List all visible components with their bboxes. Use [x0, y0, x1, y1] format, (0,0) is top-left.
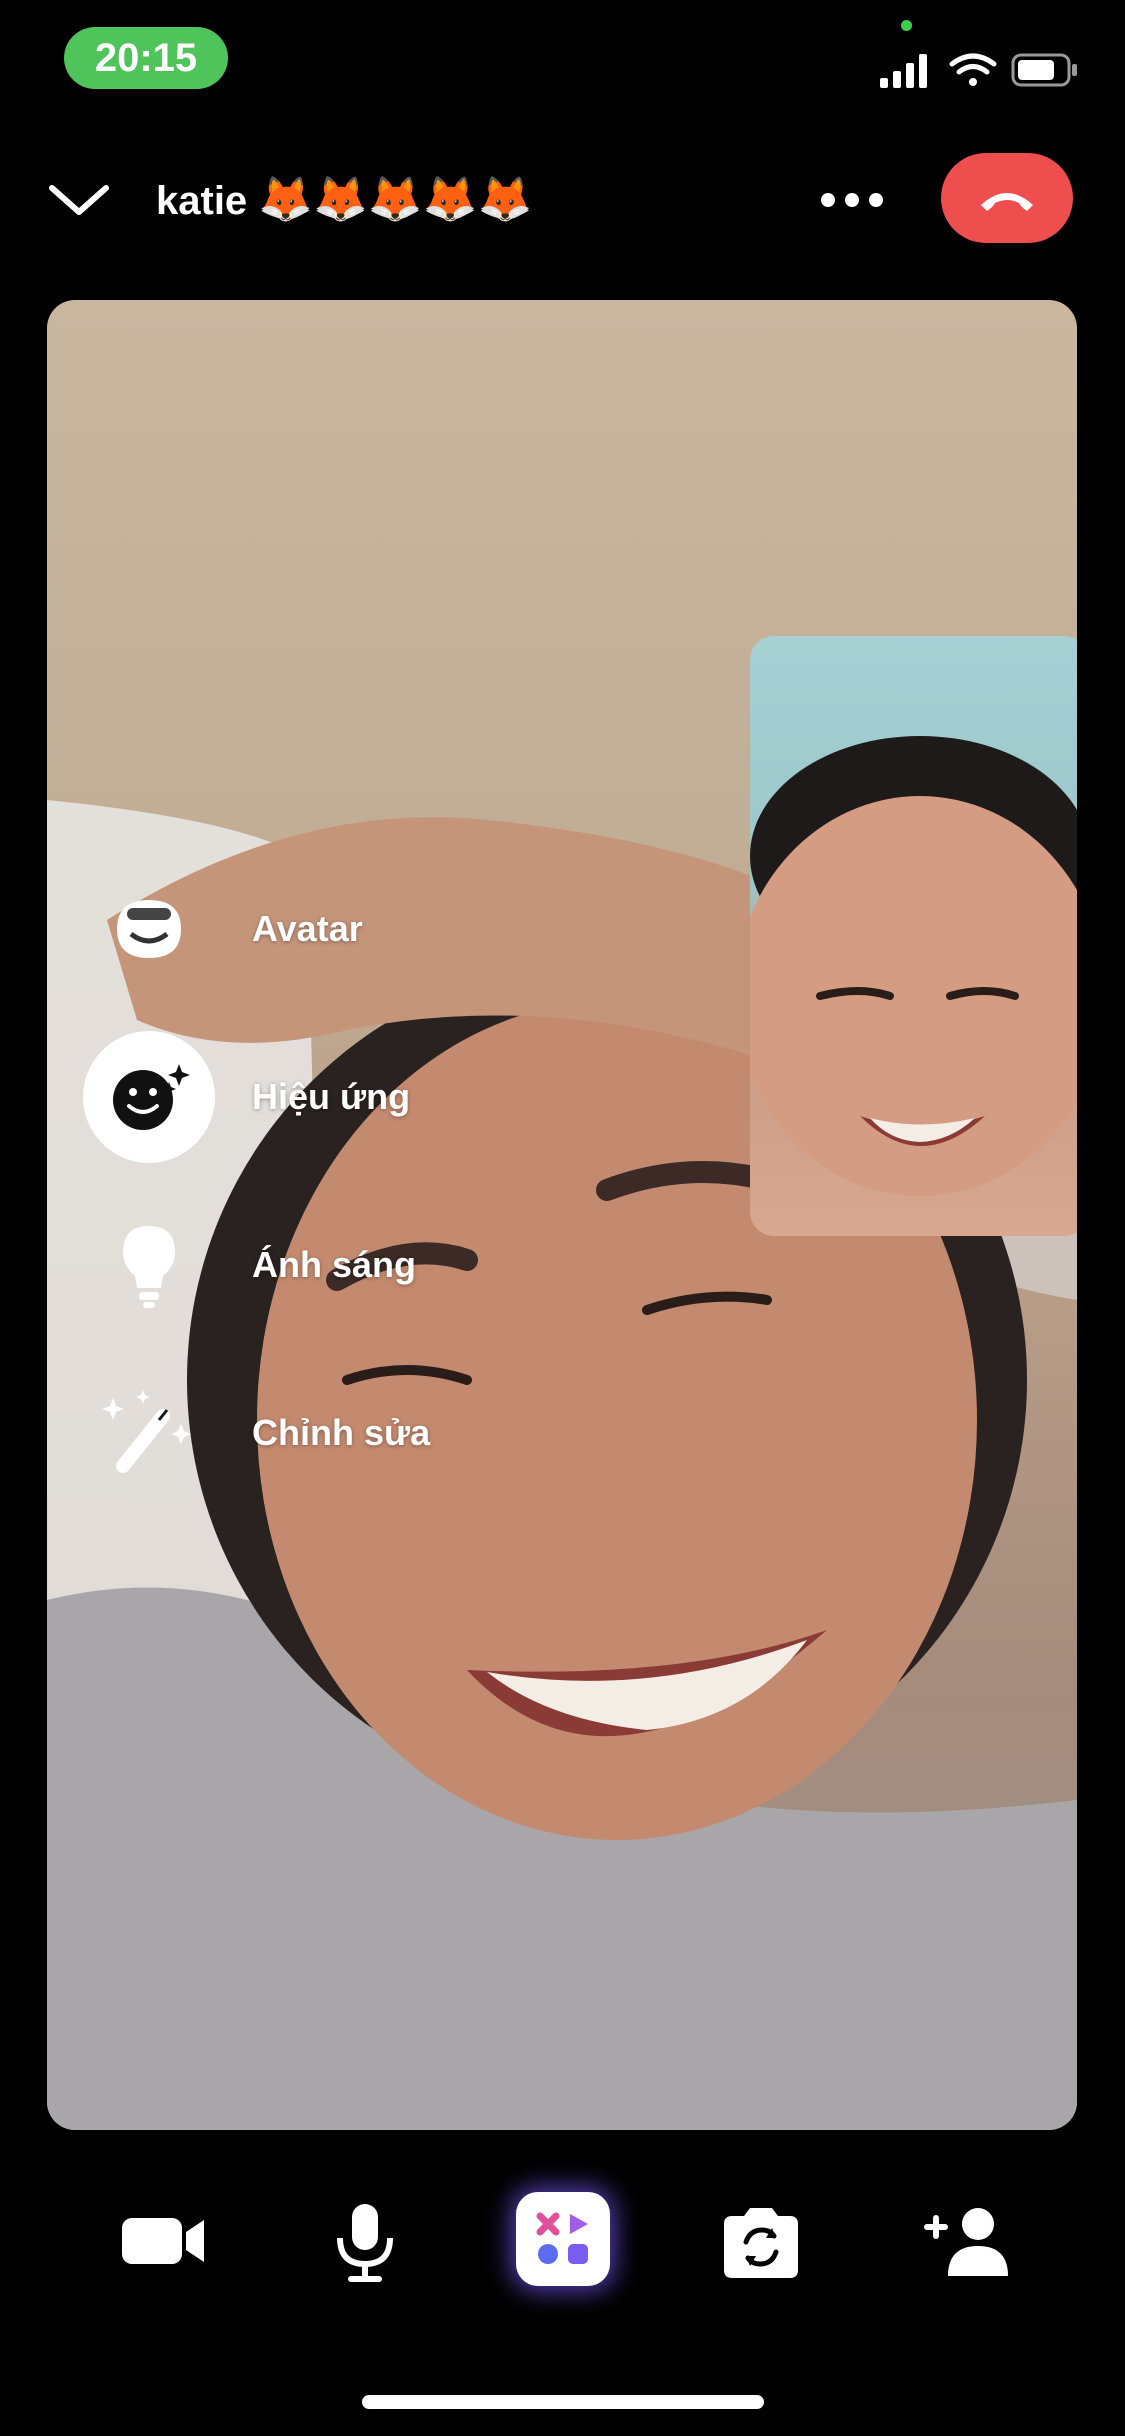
flip-camera-button[interactable]: [706, 2190, 816, 2290]
menu-item-label: Ánh sáng: [252, 1244, 417, 1285]
menu-item-avatar[interactable]: Avatar: [47, 874, 647, 984]
camera-in-use-indicator: [901, 20, 912, 31]
apps-button[interactable]: [516, 2192, 610, 2286]
wifi-icon: [949, 53, 997, 86]
camera-toggle-button[interactable]: [108, 2190, 218, 2290]
smiley-sparkle-icon: [83, 1042, 213, 1152]
contact-emojis: 🦊🦊🦊🦊🦊: [258, 175, 533, 224]
hang-up-icon: [981, 193, 1033, 211]
contact-title: katie 🦊🦊🦊🦊🦊: [156, 168, 532, 232]
self-video-feed[interactable]: [750, 636, 1077, 1236]
menu-item-label: Hiệu ứng: [252, 1076, 411, 1117]
signal-icon: [880, 54, 927, 88]
magic-wand-icon: [83, 1378, 213, 1488]
battery-icon: [1011, 53, 1077, 87]
menu-item-lighting[interactable]: Ánh sáng: [47, 1210, 647, 1320]
more-options-icon[interactable]: [810, 168, 894, 232]
menu-item-label: Chỉnh sửa: [252, 1412, 431, 1453]
contact-name: katie: [156, 179, 248, 223]
flip-camera-icon: [724, 2208, 798, 2278]
status-icons: [878, 50, 1083, 90]
lightbulb-icon: [83, 1210, 213, 1320]
home-indicator[interactable]: [362, 2395, 764, 2409]
collapse-chevron-icon[interactable]: [44, 170, 114, 230]
menu-item-label: Avatar: [252, 908, 363, 949]
microphone-button[interactable]: [310, 2190, 420, 2290]
microphone-icon: [337, 2204, 393, 2282]
end-call-button[interactable]: [941, 153, 1073, 243]
status-time: 20:15: [64, 27, 228, 89]
menu-item-effects[interactable]: Hiệu ứng: [47, 1031, 647, 1163]
self-video-illustration: [750, 736, 1077, 1196]
video-camera-icon: [122, 2218, 204, 2264]
menu-item-edit[interactable]: Chỉnh sửa: [47, 1378, 647, 1488]
apps-icon: [536, 2212, 588, 2264]
add-person-button[interactable]: [910, 2190, 1020, 2290]
avatar-icon: [83, 874, 213, 984]
add-person-icon: [924, 2208, 1008, 2276]
remote-video-feed: Avatar Hiệu ứng Ánh sáng Chỉnh sửa: [47, 300, 1077, 2130]
